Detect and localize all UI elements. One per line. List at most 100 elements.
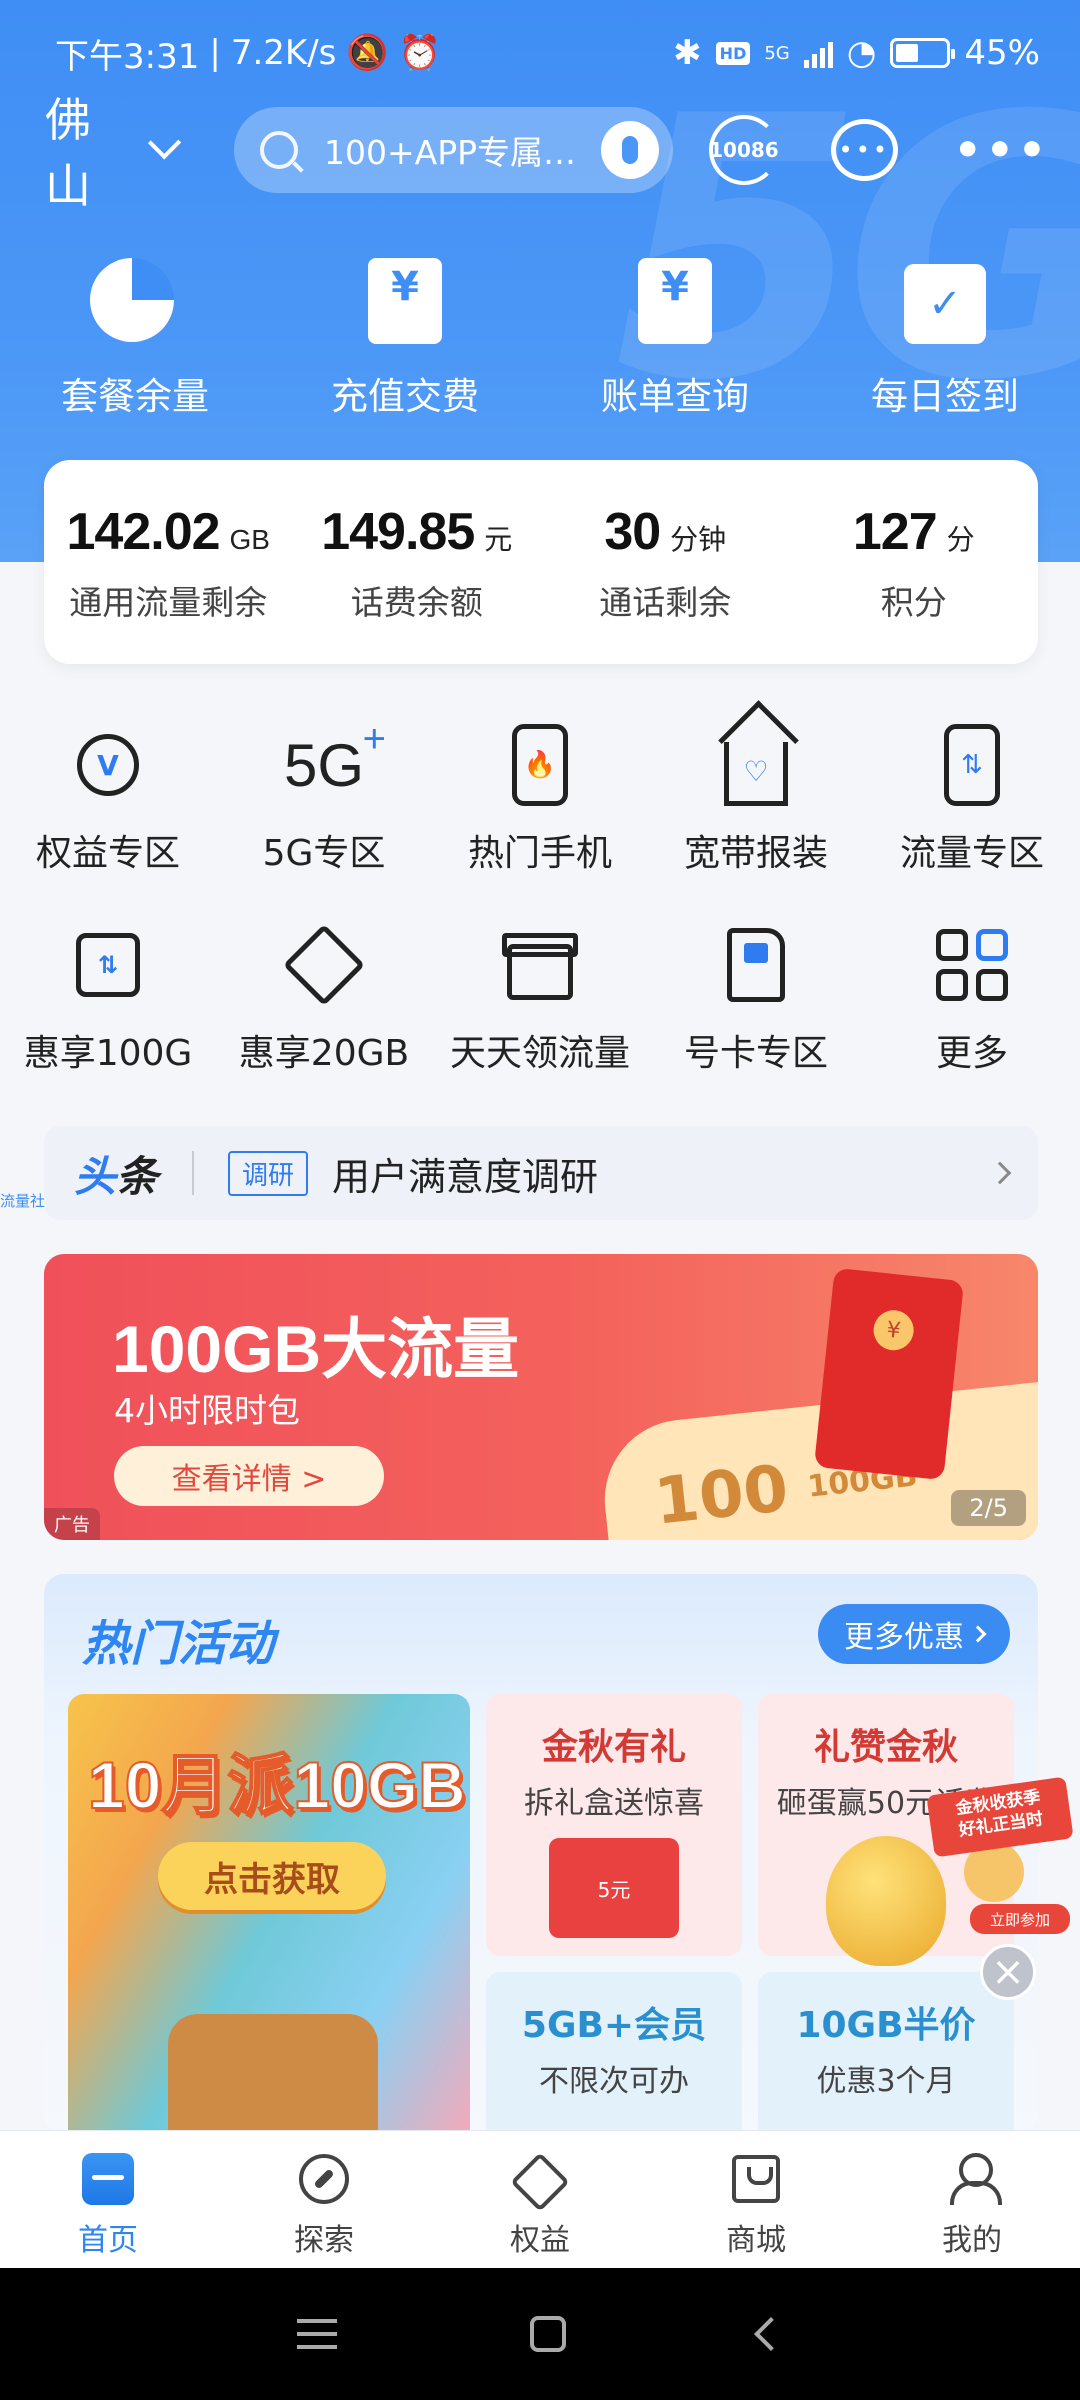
microphone-icon[interactable] [600,121,659,179]
promo-banner[interactable]: 100 100GB ¥ 100GB大流量 4小时限时包 查看详情 > 广告 2/… [44,1254,1038,1540]
phone-data-icon: ⇅ [944,724,1000,806]
city-selector[interactable]: 佛山 [45,84,182,216]
diamond-icon [282,923,366,1007]
ribbon-badge-icon: V [77,734,139,796]
shopping-bag-icon [732,2155,780,2203]
grid-item-100g[interactable]: ⇅ 惠享100G [0,924,216,1076]
headline-text: 用户满意度调研 [332,1154,599,1199]
floating-promo[interactable]: 金秋收获季 好礼正当时 立即参加 [926,1776,1078,1934]
quick-action-checkin[interactable]: ✓ 每日签到 [810,258,1080,420]
activity-card-5gb-member[interactable]: 5GB+会员 不限次可办 [486,1972,742,2134]
red-envelope-icon: ¥ [813,1267,965,1481]
bill-icon: ¥ [638,258,712,344]
quick-action-recharge[interactable]: ¥ 充值交费 [270,258,540,420]
search-icon [260,131,299,169]
headline-news-bar[interactable]: 头条 调研 用户满意度调研 [44,1126,1038,1220]
activity-card-10gb[interactable]: 10月派10GB 点击获取 [68,1694,470,2134]
yuan-doc-icon: ¥ [368,258,442,344]
golden-egg-icon [826,1836,946,1966]
status-time: 下午3:31 [55,36,200,77]
grid-item-more[interactable]: 更多 [864,924,1080,1076]
grid-item-daily-data[interactable]: 天天领流量 [432,924,648,1076]
balloon-basket-illustration [168,2014,378,2134]
bottom-tab-bar: 首页 探索 权益 商城 我的 [0,2130,1080,2268]
chevron-right-icon [969,1625,987,1643]
stat-data-remaining[interactable]: 142.02 GB 通用流量剩余 [44,502,293,664]
pie-chart-icon [90,258,174,342]
network-type: 5G [764,42,790,64]
banner-details-button[interactable]: 查看详情 > [114,1446,384,1506]
section-title: 热门活动 [82,1616,275,1672]
more-offers-button[interactable]: 更多优惠 [818,1604,1010,1664]
search-input[interactable]: 100+APP专属… [234,107,673,193]
more-menu-icon[interactable]: ••• [954,125,1050,176]
tab-mall[interactable]: 商城 [648,2131,864,2268]
wifi-icon: ◔ [846,33,877,73]
status-net-speed: 7.2K/s [230,33,337,73]
activity-card-10gb-half[interactable]: 10GB半价 优惠3个月 [758,1972,1014,2134]
banner-page-indicator: 2/5 [951,1490,1026,1526]
service-grid-row-2: ⇅ 惠享100G 惠享20GB 天天领流量 号卡专区 更多 [0,923,1080,1076]
headline-tag: 调研 [228,1150,309,1196]
back-icon[interactable] [754,2317,789,2351]
compass-icon [299,2154,349,2204]
system-navigation-bar [0,2268,1080,2400]
phone-flame-icon: 🔥 [512,724,568,806]
data-square-icon: ⇅ [76,933,140,997]
home-square-icon[interactable] [529,2316,566,2352]
headline-logo: 头条 [74,1151,159,1201]
battery-percent: 45% [964,33,1040,73]
grid-item-data-zone[interactable]: ⇅ 流量专区 [864,724,1080,876]
menu-icon[interactable] [296,2319,337,2349]
ad-label: 广告 [44,1508,100,1540]
tab-mine[interactable]: 我的 [864,2131,1080,2268]
tab-benefits[interactable]: 权益 [432,2131,648,2268]
grid-item-benefits[interactable]: V 权益专区 [0,724,216,876]
chevron-right-icon [988,1161,1012,1185]
quick-action-package-balance[interactable]: 套餐余量 [0,258,270,420]
grid-item-5g-zone[interactable]: 5G + 5G专区 [216,716,432,876]
sim-card-icon [727,928,785,1002]
5g-plus-icon: 5G + [283,716,387,799]
gift-box-icon: 5元 [549,1838,679,1938]
grid-item-hot-phones[interactable]: 🔥 热门手机 [432,724,648,876]
stat-balance[interactable]: 149.85 元 话费余额 [293,502,542,664]
search-placeholder: 100+APP专属… [324,133,577,172]
signal-icon [803,38,833,68]
apps-grid-icon [936,929,1008,1001]
gift-icon [502,933,578,1000]
banner-title: 100GB大流量 [112,1312,520,1386]
hot-activities-section: 热门活动 更多优惠 10月派10GB 点击获取 金秋有礼 拆礼盒送惊喜 5元 礼… [44,1574,1038,2134]
grid-item-broadband[interactable]: ♡ 宽带报装 [648,724,864,876]
activity-card-autumn-gift[interactable]: 金秋有礼 拆礼盒送惊喜 5元 [486,1694,742,1956]
tab-explore[interactable]: 探索 [216,2131,432,2268]
battery-icon [890,38,956,68]
house-heart-icon: ♡ [724,742,788,806]
quick-action-bill[interactable]: ¥ 账单查询 [540,258,810,420]
bluetooth-icon: ✱ [673,33,702,73]
status-bar: 下午3:31 | 7.2K/s 🔕 ⏰ ✱ HD 5G ◔ 45% [55,26,1040,80]
join-now-button[interactable]: 立即参加 [970,1904,1070,1934]
hd-icon: HD [715,41,751,65]
service-grid-row-1: V 权益专区 5G + 5G专区 🔥 热门手机 ♡ 宽带报装 ⇅ 流量专区 [0,716,1080,876]
banner-subtitle: 4小时限时包 [114,1391,300,1430]
get-now-button[interactable]: 点击获取 [158,1842,386,1910]
top-bar: 佛山 100+APP专属… 10086 ••• ••• [45,93,1050,213]
message-icon[interactable]: ••• [830,119,898,181]
quick-actions: 套餐余量 ¥ 充值交费 ¥ 账单查询 ✓ 每日签到 [0,258,1080,420]
customer-service-button[interactable]: 10086 [708,115,779,185]
stat-call-minutes[interactable]: 30 分钟 通话剩余 [541,502,790,664]
close-icon[interactable]: × [980,1944,1036,2000]
mute-icon: 🔕 [346,33,389,73]
alarm-icon: ⏰ [398,33,442,73]
tab-home[interactable]: 首页 [0,2131,216,2268]
chevron-down-icon [147,126,182,160]
diamond-icon [510,2152,570,2212]
stat-points[interactable]: 127 分 积分 [790,502,1039,664]
grid-item-sim-cards[interactable]: 号卡专区 [648,924,864,1076]
calendar-check-icon: ✓ [904,264,986,344]
account-stats-card: 142.02 GB 通用流量剩余 149.85 元 话费余额 30 分钟 通话剩余 1… [44,460,1038,664]
home-icon [82,2153,134,2205]
divider [192,1151,195,1195]
grid-item-20gb[interactable]: 惠享20GB [216,923,432,1076]
